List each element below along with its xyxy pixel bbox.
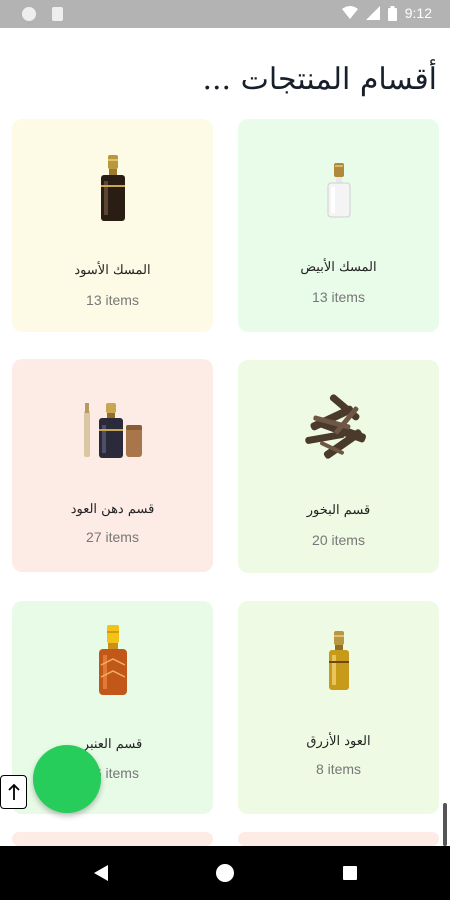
notification-circle-icon: [22, 7, 36, 21]
category-card-incense[interactable]: قسم البخور 20 items: [238, 360, 439, 573]
home-icon[interactable]: [216, 864, 234, 882]
oud-oil-bottle-icon: [82, 403, 144, 465]
category-name: قسم العنبر: [82, 737, 143, 752]
category-count: 27 items: [86, 529, 139, 545]
category-card-oud-oil[interactable]: قسم دهن العود 27 items: [12, 359, 213, 572]
category-name: المسك الأبيض: [300, 260, 377, 275]
battery-icon: [387, 5, 397, 21]
category-card-peek-left[interactable]: [12, 832, 213, 846]
category-card-peek-right[interactable]: [238, 832, 439, 846]
category-name: المسك الأسود: [74, 263, 151, 278]
category-card-black-musk[interactable]: المسك الأسود 13 items: [12, 119, 213, 332]
back-icon[interactable]: [94, 864, 110, 886]
category-count: 8 items: [315, 761, 362, 777]
wifi-icon: [341, 6, 358, 20]
sim-card-icon: [52, 7, 63, 21]
navigation-bar: [0, 846, 450, 900]
blue-oud-bottle-icon: [327, 631, 351, 695]
amber-bottle-icon: [97, 625, 129, 701]
black-musk-bottle-icon: [98, 155, 128, 227]
status-bar: 9:12: [0, 0, 450, 28]
category-card-white-musk[interactable]: المسك الأبيض 13 items: [238, 119, 439, 332]
scrollbar[interactable]: [443, 803, 447, 846]
arrow-up-icon: [7, 783, 20, 800]
category-count: 13 items: [86, 292, 139, 308]
category-name: العود الأزرق: [306, 734, 371, 749]
category-name: قسم دهن العود: [70, 502, 155, 517]
recents-icon[interactable]: [343, 866, 357, 880]
scroll-top-button[interactable]: [0, 775, 27, 809]
category-count: 13 items: [312, 289, 365, 305]
floating-action-button[interactable]: [33, 745, 101, 813]
category-count: 20 items: [312, 532, 365, 548]
page-title: أقسام المنتجات ...: [202, 62, 437, 97]
category-name: قسم البخور: [306, 503, 371, 518]
incense-wood-icon: [299, 390, 379, 470]
white-musk-bottle-icon: [326, 163, 352, 223]
category-card-blue-oud[interactable]: العود الأزرق 8 items: [238, 601, 439, 814]
status-time: 9:12: [404, 5, 432, 21]
cell-signal-icon: [365, 6, 380, 20]
